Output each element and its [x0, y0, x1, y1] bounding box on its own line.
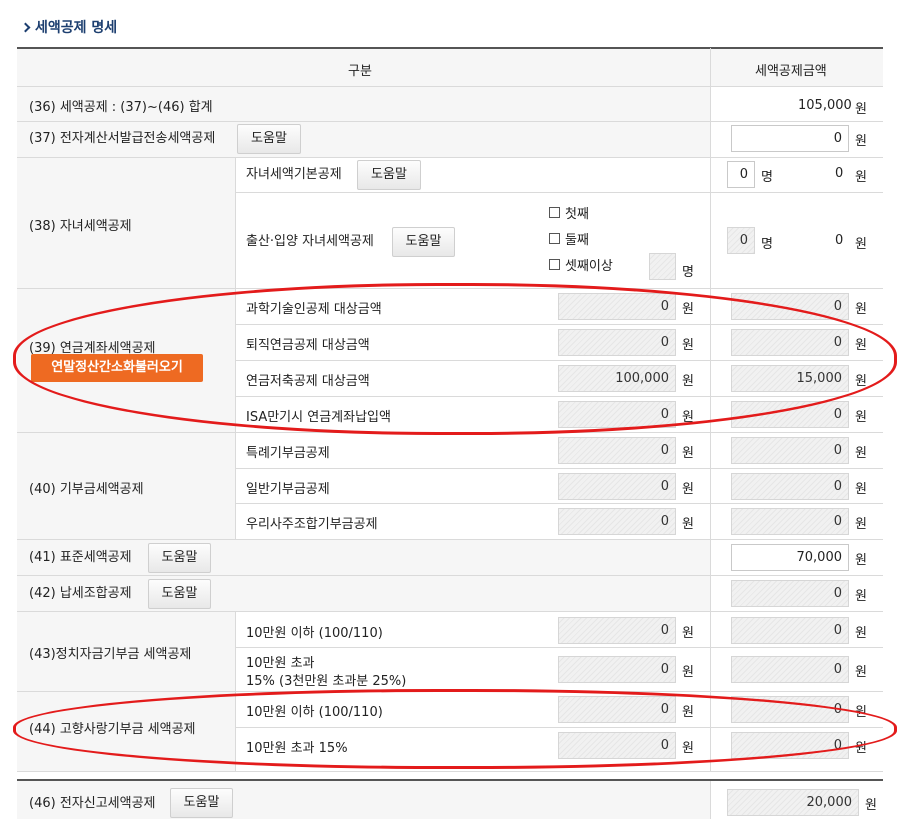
unit-won: 원: [855, 410, 867, 425]
unit-won: 원: [855, 482, 867, 497]
r43-label: (43)정치자금기부금 세액공제: [29, 647, 192, 662]
unit-won: 원: [855, 626, 867, 641]
r41-amount-input[interactable]: 70,000: [731, 544, 849, 571]
unit-won: 원: [855, 170, 867, 185]
r37-label: (37) 전자계산서발급전송세액공제: [29, 131, 216, 146]
help-button[interactable]: 도움말: [170, 788, 233, 818]
unit-won: 원: [855, 102, 867, 117]
r40-base-input[interactable]: 0: [558, 437, 676, 464]
r38-birth-count-input[interactable]: 0: [727, 227, 755, 254]
unit-won: 원: [855, 589, 867, 604]
r40-amount-input[interactable]: 0: [731, 437, 849, 464]
unit-won: 원: [682, 665, 694, 680]
unit-won: 원: [855, 237, 867, 252]
checkbox-icon[interactable]: [549, 233, 560, 244]
unit-won: 원: [855, 446, 867, 461]
unit-won: 원: [682, 517, 694, 532]
help-button[interactable]: 도움말: [148, 543, 211, 573]
unit-won: 원: [865, 798, 877, 813]
r40-amount-input[interactable]: 0: [731, 508, 849, 535]
unit-won: 원: [855, 134, 867, 149]
r40-base-input[interactable]: 0: [558, 508, 676, 535]
table-header: [17, 48, 883, 86]
help-button[interactable]: 도움말: [357, 160, 421, 190]
unit-won: 원: [682, 626, 694, 641]
highlight-oval: [13, 689, 897, 769]
r38-third-count-input[interactable]: [649, 253, 676, 280]
r38-birth-amount: 0: [835, 233, 844, 248]
r42-amount-input[interactable]: 0: [731, 580, 849, 607]
r40-item-label: 우리사주조합기부금공제: [246, 517, 378, 532]
r43-item-label: 10만원 초과: [246, 656, 315, 671]
r43-base-input[interactable]: 0: [558, 656, 676, 683]
unit-won: 원: [855, 302, 867, 317]
checkbox-third-plus[interactable]: 셋째이상: [549, 255, 613, 274]
r40-item-label: 일반기부금공제: [246, 482, 330, 497]
r46-amount-input[interactable]: 20,000: [727, 789, 859, 816]
checkbox-first[interactable]: 첫째: [549, 203, 589, 222]
help-button[interactable]: 도움말: [148, 579, 211, 609]
help-button[interactable]: 도움말: [237, 124, 301, 154]
r42-label: (42) 납세조합공제: [29, 586, 132, 601]
section-title-text: 세액공제 명세: [35, 20, 118, 36]
r43-amount-input[interactable]: 0: [731, 656, 849, 683]
unit-won: 원: [855, 553, 867, 568]
r43-item-label: 10만원 이하 (100/110): [246, 626, 383, 641]
r38-birth-label: 출산·입양 자녀세액공제: [246, 234, 374, 249]
unit-won: 원: [855, 517, 867, 532]
r37-amount-input[interactable]: 0: [731, 125, 849, 152]
unit-person: 명: [761, 170, 773, 185]
r38-basic-label: 자녀세액기본공제: [246, 167, 342, 182]
r36-amount: 105,000: [798, 98, 852, 113]
unit-won: 원: [682, 482, 694, 497]
unit-won: 원: [855, 665, 867, 680]
r46-label: (46) 전자신고세액공제: [29, 796, 156, 811]
chevron-right-icon: [20, 22, 31, 32]
header-amount: 세액공제금액: [755, 64, 827, 79]
r36-label: (36) 세액공제 : (37)~(46) 합계: [29, 100, 213, 115]
unit-won: 원: [682, 446, 694, 461]
r40-item-label: 특례기부금공제: [246, 446, 330, 461]
r40-label: (40) 기부금세액공제: [29, 482, 144, 497]
r38-label: (38) 자녀세액공제: [29, 219, 132, 234]
r43-amount-input[interactable]: 0: [731, 617, 849, 644]
r40-amount-input[interactable]: 0: [731, 473, 849, 500]
r41-label: (41) 표준세액공제: [29, 550, 132, 565]
unit-person: 명: [761, 237, 773, 252]
checkbox-icon[interactable]: [549, 259, 560, 270]
r43-item-label-2: 15% (3천만원 초과분 25%): [246, 674, 407, 689]
highlight-oval: [13, 283, 897, 435]
r40-base-input[interactable]: 0: [558, 473, 676, 500]
r38-basic-count-input[interactable]: 0: [727, 161, 755, 188]
table-top-border: [17, 47, 883, 49]
checkbox-icon[interactable]: [549, 207, 560, 218]
section-title: 세액공제 명세: [20, 17, 118, 37]
unit-person: 명: [682, 265, 694, 280]
checkbox-second[interactable]: 둘째: [549, 229, 589, 248]
r38-basic-amount: 0: [835, 166, 844, 181]
header-category: 구분: [348, 64, 372, 79]
r43-base-input[interactable]: 0: [558, 617, 676, 644]
help-button[interactable]: 도움말: [392, 227, 455, 257]
